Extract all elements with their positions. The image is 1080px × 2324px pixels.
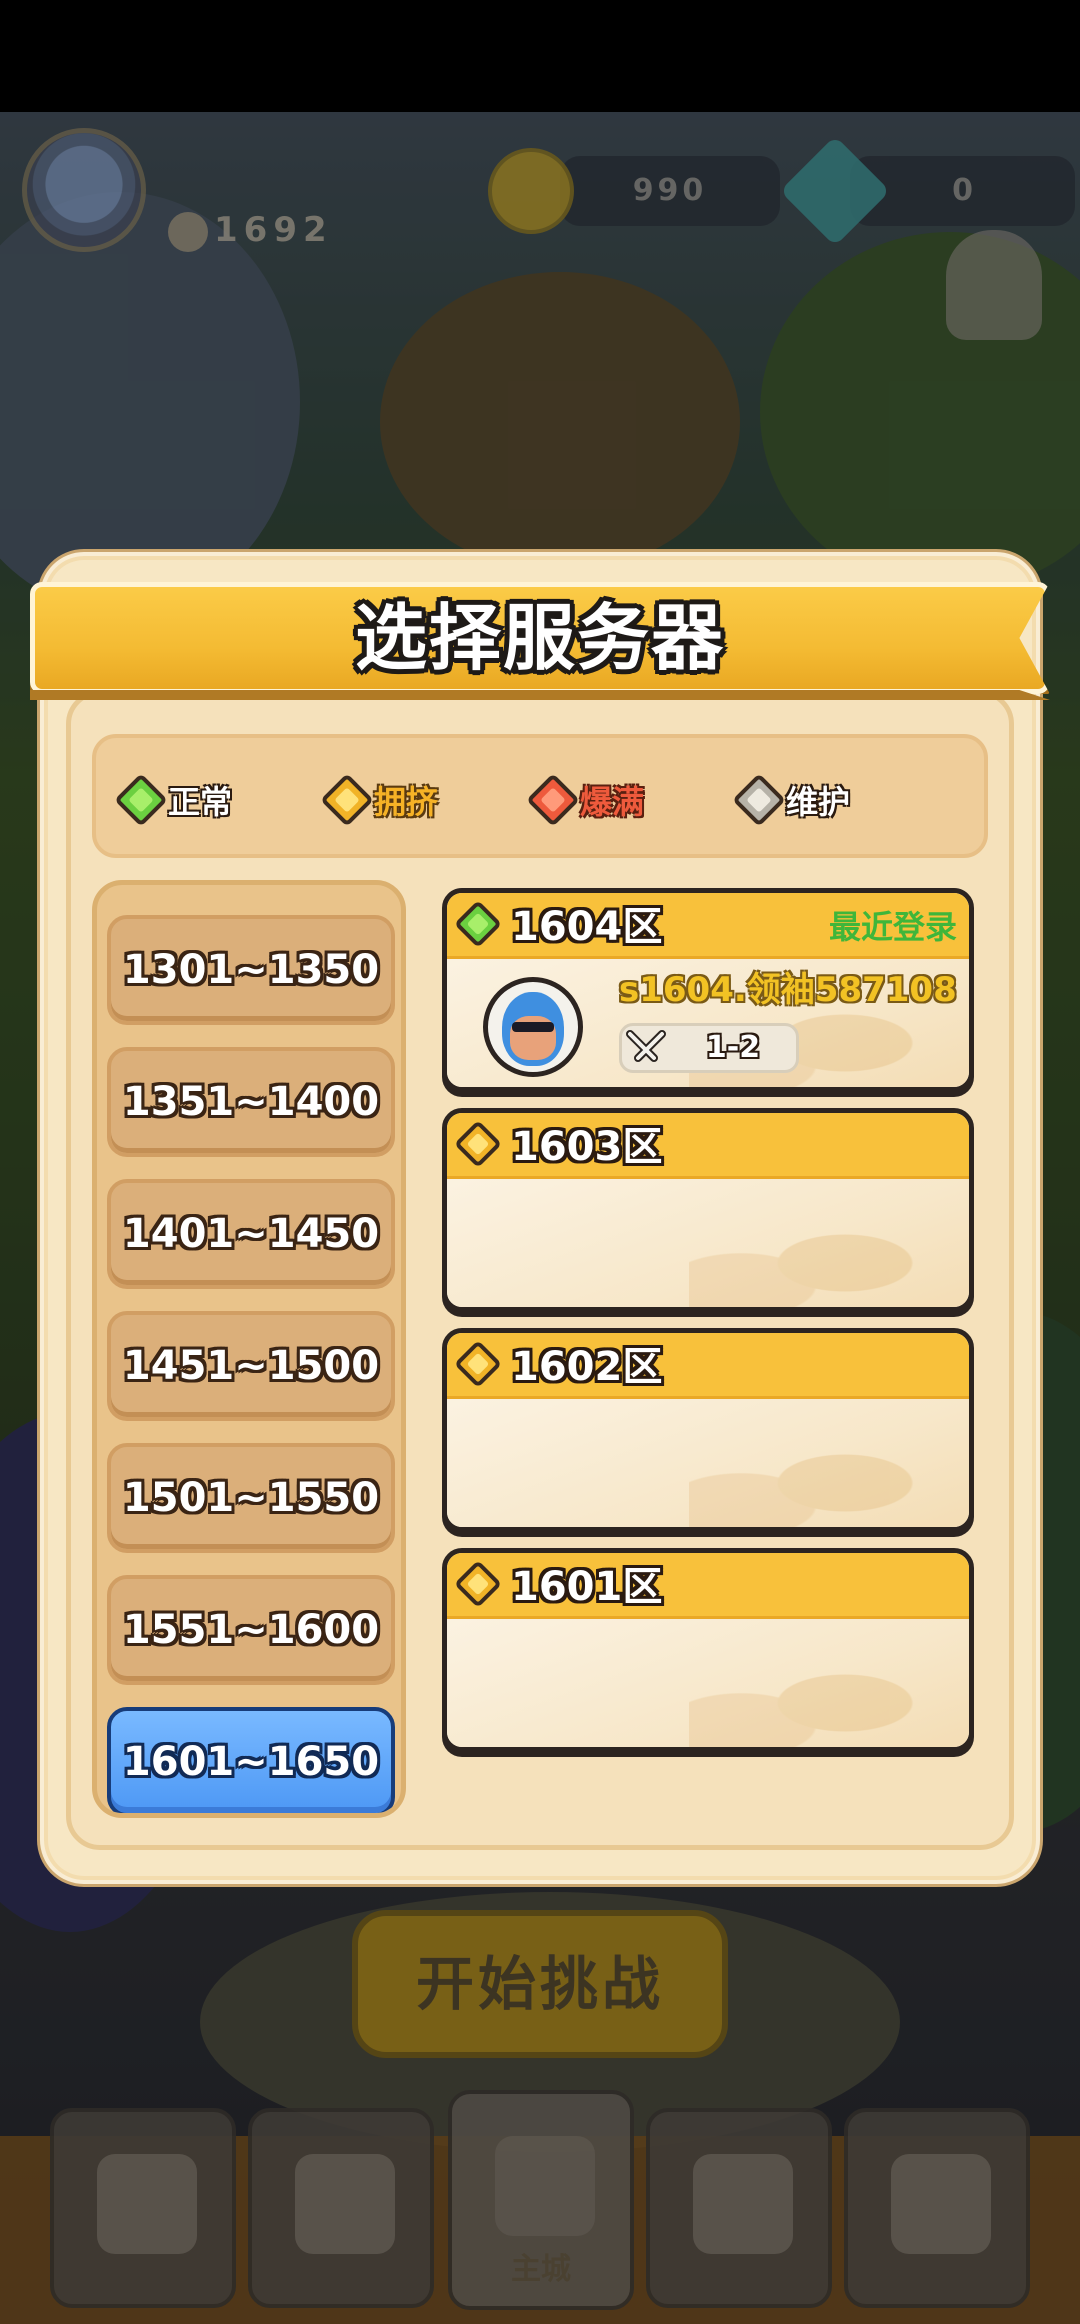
- legend-crowded: 拥挤: [320, 773, 438, 827]
- server-status: [453, 1559, 503, 1609]
- helmet-icon: [295, 2154, 395, 2254]
- character-avatar: [483, 977, 583, 1077]
- nav-tab-heroes: [248, 2108, 434, 2308]
- server-card-body: [447, 1399, 969, 1527]
- legend-maintenance: 维护: [732, 773, 850, 827]
- status-maintenance-icon: [732, 773, 786, 827]
- top-hud: 1692 990 0: [0, 112, 1080, 332]
- server-card-body: [447, 1179, 969, 1307]
- gem-icon: [779, 135, 891, 247]
- dialog-title: 选择服务器: [354, 596, 725, 680]
- status-bar: [0, 0, 1080, 112]
- range-tab-1501-1550[interactable]: 1501~1550区: [107, 1443, 395, 1623]
- trophy-icon: [168, 211, 208, 252]
- server-status: [453, 899, 503, 949]
- range-tab-1351-1400[interactable]: 1351~1400区: [107, 1047, 395, 1227]
- recent-login-label: 最近登录: [828, 908, 957, 946]
- range-tab-1451-1500[interactable]: 1451~1500区: [107, 1311, 395, 1491]
- status-normal-icon: [114, 773, 168, 827]
- coin-counter[interactable]: 990: [560, 156, 780, 226]
- legend-full: 爆满: [526, 773, 644, 827]
- stage-progress: 1-2: [619, 1023, 799, 1073]
- server-name: 1601区: [511, 1564, 663, 1610]
- legend-normal: 正常: [114, 773, 232, 827]
- status-crowded-icon: [453, 1559, 503, 1609]
- server-name: 1604区: [511, 904, 663, 950]
- server-card-1602[interactable]: 1602区: [442, 1328, 974, 1532]
- stage-progress-text: 1-2: [705, 1030, 761, 1065]
- server-name: 1602区: [511, 1344, 663, 1390]
- crossed-swords-icon: [626, 1030, 666, 1062]
- status-crowded-icon: [453, 1119, 503, 1169]
- range-tab-1601-1650[interactable]: 1601~1650区: [107, 1707, 395, 1813]
- trophy-cup-icon: [891, 2154, 991, 2254]
- coin-icon: [488, 148, 574, 234]
- nav-tab-shop: [50, 2108, 236, 2308]
- nav-tab-battle: 主城: [448, 2090, 634, 2310]
- range-tab-1401-1450[interactable]: 1401~1450区: [107, 1179, 395, 1359]
- status-normal-icon: [453, 899, 503, 949]
- server-card-1603[interactable]: 1603区: [442, 1108, 974, 1312]
- server-card-1604[interactable]: 1604区 最近登录 s1604.领袖587108 1-2: [442, 888, 974, 1092]
- player-name: s1604.领袖587108: [619, 970, 957, 1010]
- status-crowded-icon: [453, 1339, 503, 1389]
- nav-tab-target: [646, 2108, 832, 2308]
- target-icon: [693, 2154, 793, 2254]
- server-range-list[interactable]: 1301~1350区 1351~1400区 1401~1450区 1451~15…: [92, 880, 406, 1818]
- range-tab-1551-1600[interactable]: 1551~1600区: [107, 1575, 395, 1755]
- server-card-1601[interactable]: 1601区: [442, 1548, 974, 1752]
- npc-character: [946, 230, 1042, 340]
- nav-tab-trophy: [844, 2108, 1030, 2308]
- status-full-icon: [526, 773, 580, 827]
- shield-icon: [97, 2154, 197, 2254]
- status-crowded-icon: [320, 773, 374, 827]
- crossed-swords-icon: [495, 2136, 595, 2236]
- status-legend: 正常 拥挤 爆满 维护: [92, 734, 988, 858]
- player-level: 1692: [168, 210, 333, 256]
- server-card-body: [447, 1619, 969, 1747]
- server-status: [453, 1119, 503, 1169]
- range-tab-1301-1350[interactable]: 1301~1350区: [107, 915, 395, 1095]
- player-avatar[interactable]: [22, 128, 146, 252]
- server-name: 1603区: [511, 1124, 663, 1170]
- start-challenge-button: 开始挑战: [352, 1910, 728, 2058]
- server-status: [453, 1339, 503, 1389]
